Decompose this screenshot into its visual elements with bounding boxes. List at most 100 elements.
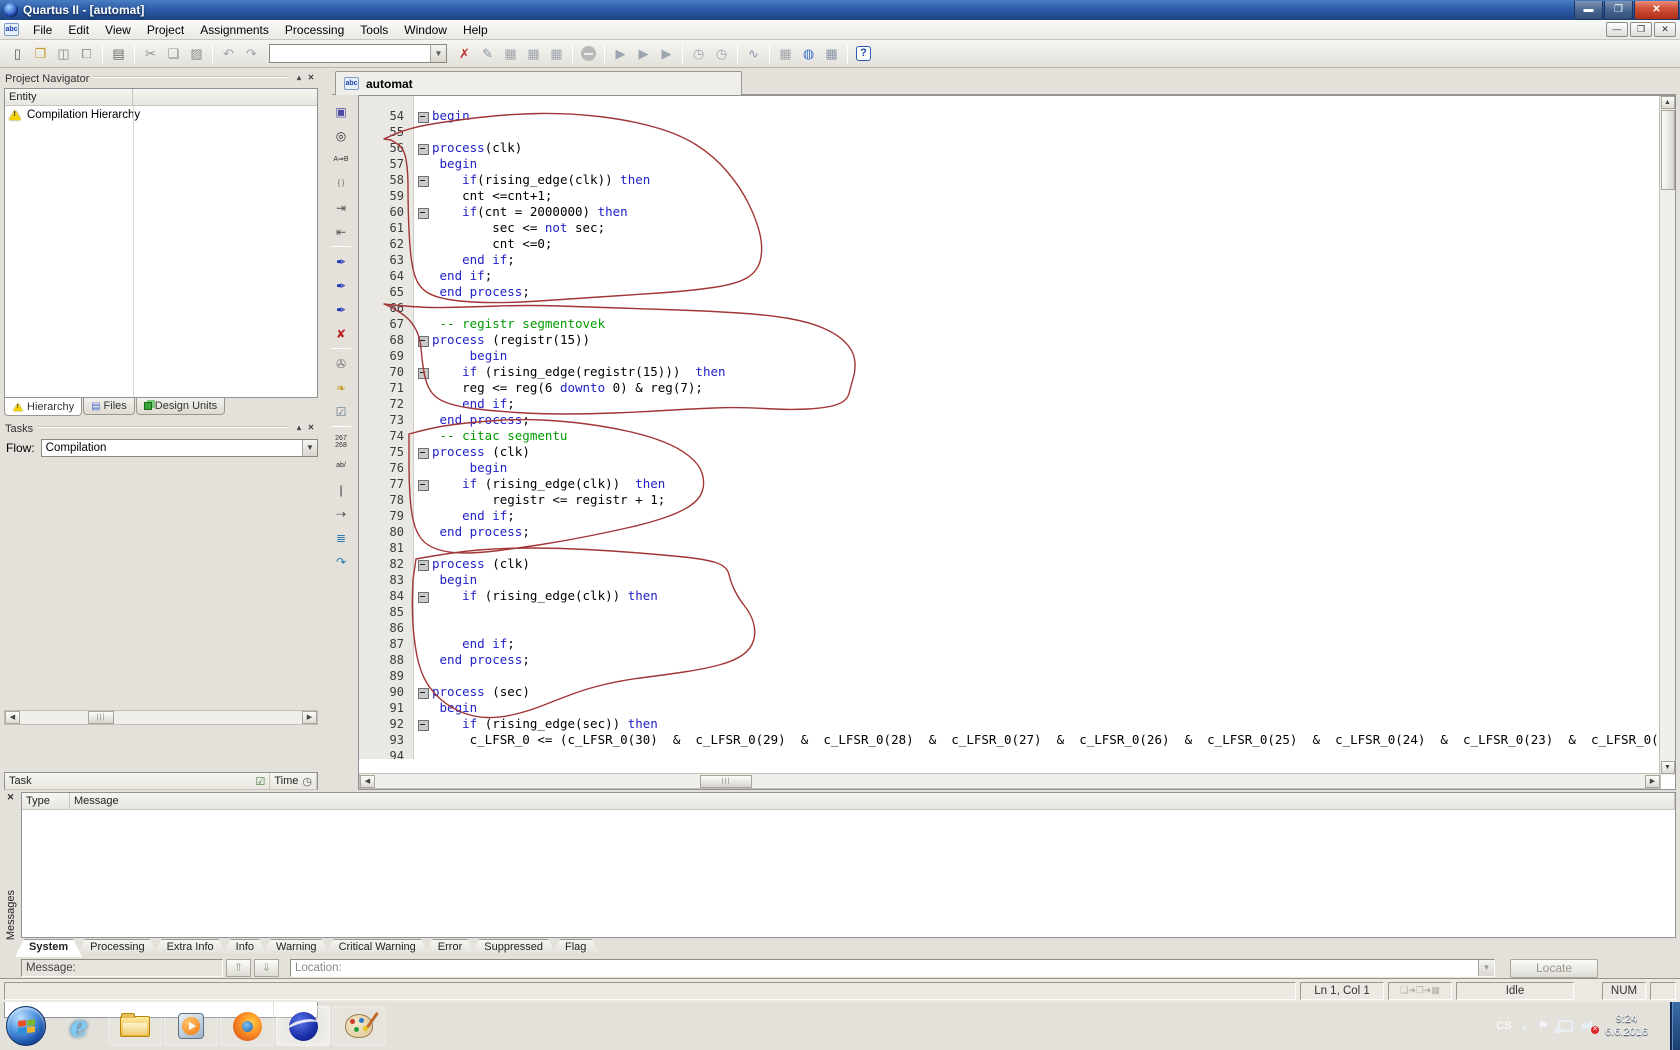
help-button[interactable]: ? [852, 43, 875, 65]
taskbar-internet-explorer[interactable]: e [52, 1006, 106, 1046]
code-line-74[interactable]: 74 -- citac segmentu [359, 428, 1661, 444]
start-button[interactable] [6, 1006, 46, 1046]
taskbar-paint[interactable] [332, 1006, 386, 1046]
timing-analyzer-button[interactable]: ◷ [710, 43, 733, 65]
messages-tab-error[interactable]: Error [424, 939, 476, 956]
code-line-89[interactable]: 89 [359, 668, 1661, 684]
code-line-92[interactable]: 92 if (rising_edge(sec)) then [359, 716, 1661, 732]
task-column-header[interactable]: Task☑ [5, 773, 270, 789]
tasks-header[interactable]: Tasks ▴ ✕ [2, 421, 320, 436]
fold-marker-icon[interactable] [413, 332, 432, 348]
scroll-right-icon[interactable]: ▶ [1645, 775, 1660, 788]
menu-assignments[interactable]: Assignments [192, 21, 277, 39]
insert-template-button[interactable]: ❧ [329, 376, 353, 399]
copy-button[interactable]: ❏ [162, 43, 185, 65]
mdi-minimize-button[interactable]: — [1606, 22, 1628, 37]
paste-button[interactable]: ▨ [185, 43, 208, 65]
device-button[interactable]: ▦ [522, 43, 545, 65]
code-line-72[interactable]: 72 end if; [359, 396, 1661, 412]
messages-tab-processing[interactable]: Processing [76, 939, 158, 956]
fold-marker-icon[interactable] [413, 204, 432, 220]
tasks-hscrollbar[interactable]: ◀ ||| ▶ [4, 710, 318, 725]
editor-hscrollbar[interactable]: ◀ ||| ▶ [359, 773, 1661, 789]
messages-tab-system[interactable]: System [15, 939, 82, 957]
code-line-84[interactable]: 84 if (rising_edge(clk)) then [359, 588, 1661, 604]
code-line-57[interactable]: 57 begin [359, 156, 1661, 172]
code-line-63[interactable]: 63 end if; [359, 252, 1661, 268]
code-line-61[interactable]: 61 sec <= not sec; [359, 220, 1661, 236]
code-line-93[interactable]: 93 c_LFSR_0 <= (c_LFSR_0(30) & c_LFSR_0(… [359, 732, 1661, 748]
code-line-75[interactable]: 75process (clk) [359, 444, 1661, 460]
replace-change-button[interactable]: ↷ [329, 550, 353, 573]
code-line-79[interactable]: 79 end if; [359, 508, 1661, 524]
chevron-down-icon[interactable]: ▼ [302, 440, 317, 456]
programmer-button[interactable]: ▦ [774, 43, 797, 65]
bookmark-next-button[interactable]: ✒ [329, 274, 353, 297]
code-line-60[interactable]: 60 if(cnt = 2000000) then [359, 204, 1661, 220]
code-line-59[interactable]: 59 cnt <=cnt+1; [359, 188, 1661, 204]
tab-design-units[interactable]: Design Units [136, 398, 225, 415]
save-all-button[interactable]: ⧠ [75, 43, 98, 65]
code-line-81[interactable]: 81 [359, 540, 1661, 556]
close-icon[interactable]: ✕ [305, 423, 317, 434]
fold-marker-icon[interactable] [413, 444, 432, 460]
mdi-close-button[interactable]: ✕ [1654, 22, 1676, 37]
scroll-down-icon[interactable]: ▼ [1661, 761, 1675, 774]
language-indicator[interactable]: CS [1496, 1020, 1511, 1032]
scroll-thumb[interactable]: ||| [700, 775, 752, 788]
code-line-83[interactable]: 83 begin [359, 572, 1661, 588]
fold-marker-icon[interactable] [413, 476, 432, 492]
time-column-header[interactable]: Time◷ [270, 773, 317, 789]
scroll-left-icon[interactable]: ◀ [5, 711, 20, 724]
tab-automat[interactable]: abc automat [335, 71, 742, 95]
close-icon[interactable]: ✕ [4, 792, 17, 804]
code-line-90[interactable]: 90process (sec) [359, 684, 1661, 700]
cursor-button[interactable]: | [329, 478, 353, 501]
comment-button[interactable]: ab/ [329, 454, 353, 477]
code-line-73[interactable]: 73 end process; [359, 412, 1661, 428]
action-center-flag-icon[interactable]: ⚑ [1538, 1018, 1550, 1034]
location-combobox[interactable]: Location: ▼ [290, 959, 1495, 977]
messages-tab-flag[interactable]: Flag [551, 939, 600, 956]
outdent-button[interactable]: ⇤ [329, 220, 353, 243]
chip-planner-button[interactable]: ▦ [820, 43, 843, 65]
volume-muted-icon[interactable]: ✕ [1582, 1020, 1596, 1032]
code-line-94[interactable]: 94 [359, 748, 1661, 759]
waveform-button[interactable]: ∿ [742, 43, 765, 65]
goto-button[interactable]: ⇢ [329, 502, 353, 525]
start-analysis-button[interactable]: ▶ [632, 43, 655, 65]
chevron-down-icon[interactable]: ▼ [1478, 960, 1494, 976]
restore-button[interactable]: ❐ [1604, 1, 1633, 20]
scroll-up-icon[interactable]: ▲ [1661, 96, 1675, 109]
code-line-87[interactable]: 87 end if; [359, 636, 1661, 652]
close-icon[interactable]: ✕ [305, 73, 317, 84]
menu-tools[interactable]: Tools [352, 21, 396, 39]
taskbar-firefox[interactable] [220, 1006, 274, 1046]
code-line-64[interactable]: 64 end if; [359, 268, 1661, 284]
messages-tab-info[interactable]: Info [222, 939, 268, 956]
code-line-71[interactable]: 71 reg <= reg(6 downto 0) & reg(7); [359, 380, 1661, 396]
fold-marker-icon[interactable] [413, 684, 432, 700]
code-line-58[interactable]: 58 if(rising_edge(clk)) then [359, 172, 1661, 188]
code-area[interactable]: 54begin5556process(clk)57 begin58 if(ris… [359, 96, 1661, 759]
pin-planner-button[interactable]: ▦ [499, 43, 522, 65]
messages-tab-warning[interactable]: Warning [262, 939, 331, 956]
fold-marker-icon[interactable] [413, 588, 432, 604]
code-line-68[interactable]: 68process (registr(15)) [359, 332, 1661, 348]
fold-marker-icon[interactable] [413, 556, 432, 572]
mdi-restore-button[interactable]: ❐ [1630, 22, 1652, 37]
code-line-85[interactable]: 85 [359, 604, 1661, 620]
messages-list[interactable]: Type Message [21, 792, 1676, 938]
line-numbers-button[interactable]: 267 268 [329, 430, 353, 453]
menu-help[interactable]: Help [455, 21, 496, 39]
netlist-viewer-button[interactable]: ◍ [797, 43, 820, 65]
menu-processing[interactable]: Processing [277, 21, 352, 39]
toolbar-combobox[interactable]: ▼ [269, 44, 447, 63]
settings-button[interactable]: ▦ [545, 43, 568, 65]
fold-marker-icon[interactable] [413, 172, 432, 188]
previous-message-button[interactable]: ⇑ [226, 959, 251, 977]
menu-project[interactable]: Project [139, 21, 192, 39]
assignment-editor-button[interactable]: ✎ [476, 43, 499, 65]
menu-edit[interactable]: Edit [60, 21, 97, 39]
minimize-button[interactable]: ▬ [1574, 1, 1603, 20]
